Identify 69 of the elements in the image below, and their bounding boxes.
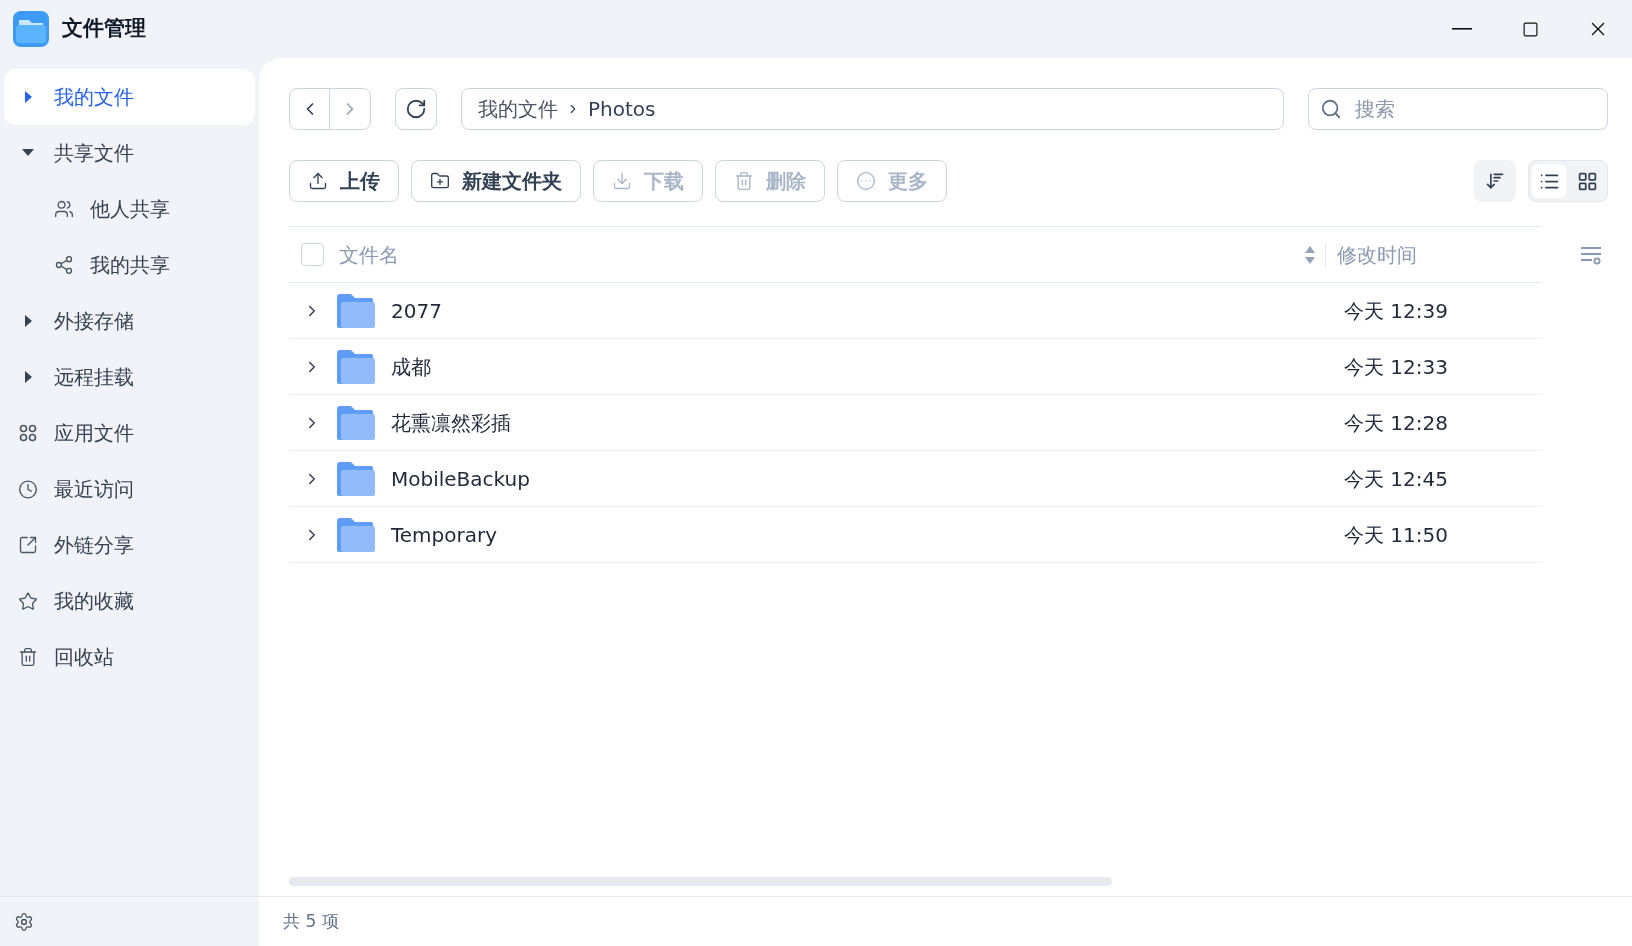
upload-icon bbox=[308, 171, 328, 191]
clock-icon bbox=[18, 478, 38, 500]
folder-icon bbox=[337, 349, 375, 384]
file-row[interactable]: MobileBackup 今天 12:45 bbox=[289, 451, 1542, 507]
file-row[interactable]: Temporary 今天 11:50 bbox=[289, 507, 1542, 563]
modified-time: 今天 12:45 bbox=[1344, 465, 1449, 493]
sidebar-item[interactable]: 我的收藏 bbox=[4, 573, 255, 629]
file-row[interactable]: 花熏凛然彩插 今天 12:28 bbox=[289, 395, 1542, 451]
folder-icon bbox=[337, 517, 375, 552]
file-name[interactable]: 花熏凛然彩插 bbox=[391, 407, 1344, 438]
sidebar-item[interactable]: 应用文件 bbox=[4, 405, 255, 461]
star-icon bbox=[18, 590, 38, 612]
file-name[interactable]: 成都 bbox=[391, 351, 1344, 382]
toolbar-button[interactable]: 上传 bbox=[289, 160, 399, 202]
share-icon bbox=[54, 255, 74, 275]
sidebar-item[interactable]: 我的共享 bbox=[4, 237, 255, 293]
app-logo-icon bbox=[13, 11, 49, 47]
share-out-icon bbox=[18, 535, 38, 555]
sidebar-item[interactable]: 外接存储 bbox=[4, 293, 255, 349]
trash-icon bbox=[734, 171, 754, 191]
modified-time: 今天 11:50 bbox=[1344, 521, 1449, 549]
caret-right-icon[interactable] bbox=[23, 90, 33, 104]
folder-icon bbox=[337, 405, 375, 440]
folder-icon bbox=[337, 293, 375, 328]
sort-button[interactable] bbox=[1474, 160, 1516, 202]
modified-time: 今天 12:39 bbox=[1344, 297, 1449, 325]
horizontal-scrollbar[interactable] bbox=[289, 877, 1112, 886]
caret-down-icon[interactable] bbox=[21, 148, 35, 158]
sidebar-item[interactable]: 回收站 bbox=[4, 629, 255, 685]
sidebar-item[interactable]: 我的文件 bbox=[4, 69, 255, 125]
sidebar-item[interactable]: 他人共享 bbox=[4, 181, 255, 237]
breadcrumb-item[interactable]: Photos bbox=[588, 94, 656, 124]
grid-icon bbox=[1576, 170, 1598, 192]
sort-icon bbox=[1485, 171, 1505, 191]
path-bar[interactable]: 我的文件 Photos bbox=[461, 88, 1284, 130]
breadcrumb-item[interactable]: 我的文件 bbox=[478, 94, 558, 124]
item-count: 共 5 项 bbox=[283, 909, 339, 933]
people-icon bbox=[54, 199, 74, 219]
sidebar-item[interactable]: 远程挂载 bbox=[4, 349, 255, 405]
ellipsis-circle-icon bbox=[856, 171, 876, 191]
folder-plus-icon bbox=[430, 171, 450, 191]
trash-icon bbox=[18, 647, 38, 667]
apps-icon bbox=[18, 423, 38, 443]
modified-time: 今天 12:33 bbox=[1344, 353, 1449, 381]
refresh-icon bbox=[405, 98, 427, 120]
caret-right-icon[interactable] bbox=[23, 314, 33, 328]
file-row[interactable]: 2077 今天 12:39 bbox=[289, 283, 1542, 339]
minimize-icon bbox=[1452, 28, 1472, 30]
maximize-icon bbox=[1521, 20, 1539, 38]
sidebar-item[interactable]: 外链分享 bbox=[4, 517, 255, 573]
toolbar-button[interactable]: 新建文件夹 bbox=[411, 160, 581, 202]
list-view-button[interactable] bbox=[1532, 164, 1566, 198]
folder-icon bbox=[337, 461, 375, 496]
sidebar-item[interactable]: 最近访问 bbox=[4, 461, 255, 517]
modified-time: 今天 12:28 bbox=[1344, 409, 1449, 437]
file-name[interactable]: MobileBackup bbox=[391, 463, 1344, 494]
download-icon bbox=[612, 171, 632, 191]
caret-right-icon[interactable] bbox=[23, 370, 33, 384]
search-icon bbox=[1320, 98, 1342, 120]
file-name[interactable]: 2077 bbox=[391, 295, 1344, 326]
search-field[interactable]: 搜索 bbox=[1308, 88, 1608, 130]
refresh-button[interactable] bbox=[395, 88, 437, 130]
file-row[interactable]: 成都 今天 12:33 bbox=[289, 339, 1542, 395]
sidebar-item[interactable]: 共享文件 bbox=[4, 125, 255, 181]
settings-icon[interactable] bbox=[14, 911, 34, 932]
window-title: 文件管理 bbox=[62, 15, 146, 43]
select-all-checkbox[interactable] bbox=[301, 243, 324, 266]
file-name[interactable]: Temporary bbox=[391, 519, 1344, 550]
column-settings-icon[interactable] bbox=[1580, 244, 1602, 265]
